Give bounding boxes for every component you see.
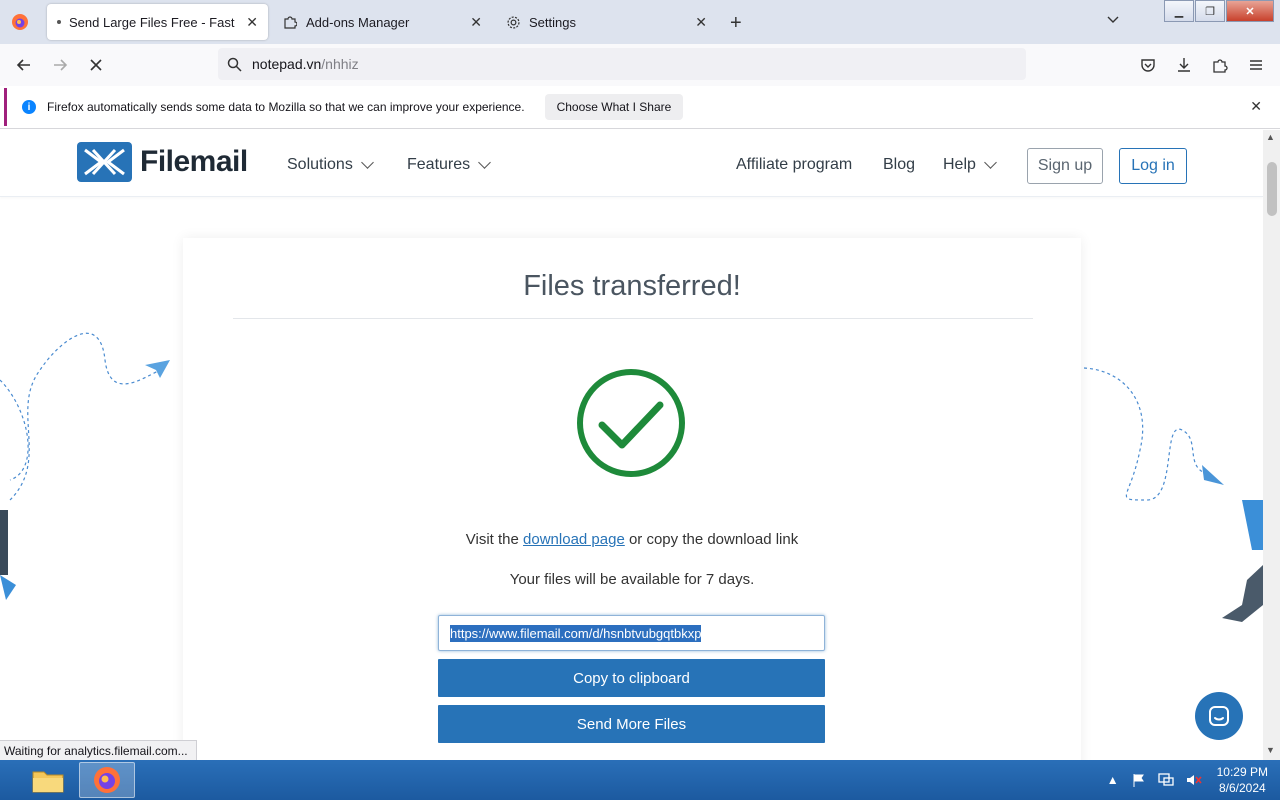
downloads-icon[interactable]: [1175, 56, 1193, 74]
close-icon[interactable]: ✕: [246, 14, 258, 31]
visit-prefix: Visit the: [465, 531, 524, 548]
system-tray: ▲ 10:29 PM 8/6/2024: [1107, 760, 1280, 800]
network-icon[interactable]: [1157, 772, 1175, 788]
menu-help[interactable]: Help: [943, 156, 997, 174]
log-in-button[interactable]: Log in: [1119, 148, 1187, 184]
availability-note: Your files will be available for 7 days.: [509, 571, 755, 588]
download-instructions: Visit the download page or copy the down…: [183, 531, 1081, 548]
volume-muted-icon[interactable]: [1185, 772, 1203, 788]
paper-plane-illustration: [1083, 367, 1263, 622]
success-checkmark-icon: [577, 369, 685, 477]
menu-features[interactable]: Features: [407, 156, 492, 174]
gear-icon: [505, 14, 521, 30]
url-text[interactable]: notepad.vn/nhhiz: [252, 56, 359, 72]
scroll-up-icon[interactable]: ▲: [1266, 132, 1275, 142]
download-link-field[interactable]: https://www.filemail.com/d/hsnbtvubgqtbk…: [438, 615, 825, 651]
choose-what-i-share-button[interactable]: Choose What I Share: [544, 94, 684, 120]
menu-label: Features: [407, 156, 471, 173]
logo-text: Filemail: [140, 145, 248, 178]
paper-plane-illustration: [0, 332, 170, 501]
tab-label: Settings: [529, 14, 576, 30]
transfer-complete-card: Files transferred! Visit the download pa…: [183, 238, 1081, 760]
menu-label: Blog: [883, 156, 916, 173]
tab-addons-manager[interactable]: Add-ons Manager ✕: [272, 4, 492, 40]
tab-strip: Send Large Files Free - Fast Secure ✕ Ad…: [0, 0, 1280, 44]
flag-icon[interactable]: [1131, 772, 1147, 788]
tab-settings[interactable]: Settings ✕: [495, 4, 717, 40]
windows-taskbar: ▲ 10:29 PM 8/6/2024: [0, 760, 1280, 800]
filemail-logo-icon: [77, 142, 132, 182]
chevron-down-icon: [478, 156, 492, 169]
chat-support-button[interactable]: [1195, 692, 1243, 740]
tab-loading-indicator: [57, 20, 61, 24]
firefox-icon: [94, 767, 120, 793]
navigation-toolbar: notepad.vn/nhhiz: [0, 44, 1280, 86]
url-host: notepad.vn: [252, 56, 322, 72]
minimize-button[interactable]: ▁: [1164, 0, 1194, 22]
menu-label: Help: [943, 156, 976, 173]
clock-date: 8/6/2024: [1218, 781, 1266, 795]
restore-button[interactable]: ❐: [1195, 0, 1225, 22]
window-controls: ▁ ❐ ✕: [1163, 0, 1274, 22]
close-icon[interactable]: ✕: [1250, 98, 1262, 115]
clock-time: 10:29 PM: [1216, 765, 1268, 779]
send-more-files-button[interactable]: Send More Files: [438, 705, 825, 743]
show-hidden-icons-icon[interactable]: ▲: [1107, 773, 1119, 787]
menu-label: Affiliate program: [736, 156, 853, 173]
tab-filemail[interactable]: Send Large Files Free - Fast Secure ✕: [47, 4, 268, 40]
extensions-icon[interactable]: [1211, 56, 1229, 74]
info-icon: i: [22, 100, 36, 114]
chevron-down-icon: [360, 156, 374, 169]
notification-text: Firefox automatically sends some data to…: [47, 100, 525, 114]
window-close-button[interactable]: ✕: [1226, 0, 1274, 22]
forward-arrow-icon[interactable]: [51, 56, 69, 74]
puzzle-icon: [282, 14, 298, 30]
sign-up-button[interactable]: Sign up: [1027, 148, 1103, 184]
url-path: /nhhiz: [321, 56, 359, 72]
chevron-down-icon: [984, 156, 997, 169]
close-icon[interactable]: ✕: [695, 14, 707, 31]
copy-to-clipboard-button[interactable]: Copy to clipboard: [438, 659, 825, 697]
search-icon: [227, 57, 242, 72]
scroll-thumb[interactable]: [1267, 162, 1277, 216]
chevron-down-icon[interactable]: [1106, 12, 1120, 26]
file-explorer-button[interactable]: [20, 762, 76, 798]
visit-suffix: or copy the download link: [624, 531, 799, 548]
filemail-logo[interactable]: Filemail: [77, 142, 248, 182]
menu-label: Solutions: [287, 156, 353, 173]
tab-label: Send Large Files Free - Fast Secure: [69, 14, 238, 30]
clock[interactable]: 10:29 PM 8/6/2024: [1217, 764, 1268, 796]
chat-icon: [1209, 706, 1229, 726]
site-header: Filemail Solutions Features Affiliate pr…: [0, 130, 1263, 197]
new-tab-button[interactable]: +: [730, 12, 742, 35]
data-collection-notification: i Firefox automatically sends some data …: [4, 88, 1274, 126]
menu-affiliate-program[interactable]: Affiliate program: [736, 156, 852, 174]
page-title: Files transferred!: [523, 270, 741, 302]
page-scrollbar[interactable]: ▲ ▼: [1263, 130, 1280, 760]
stop-loading-icon[interactable]: [87, 56, 105, 74]
download-page-link[interactable]: download page: [523, 531, 625, 548]
scroll-down-icon[interactable]: ▼: [1266, 745, 1275, 755]
pocket-icon[interactable]: [1139, 56, 1157, 74]
folder-icon: [32, 771, 64, 793]
menu-solutions[interactable]: Solutions: [287, 156, 374, 174]
hamburger-menu-icon[interactable]: [1247, 56, 1265, 74]
person-illustration: [0, 510, 16, 600]
close-icon[interactable]: ✕: [470, 14, 482, 31]
menu-blog[interactable]: Blog: [883, 156, 915, 174]
tab-label: Add-ons Manager: [306, 14, 410, 30]
divider: [233, 318, 1033, 319]
status-panel: Waiting for analytics.filemail.com...: [0, 740, 197, 762]
divider: [0, 128, 1280, 129]
firefox-icon[interactable]: [10, 12, 30, 32]
download-link-value: https://www.filemail.com/d/hsnbtvubgqtbk…: [450, 624, 702, 642]
firefox-taskbar-button[interactable]: [79, 762, 135, 798]
web-page: Filemail Solutions Features Affiliate pr…: [0, 130, 1263, 760]
address-bar[interactable]: notepad.vn/nhhiz: [218, 48, 1026, 80]
back-arrow-icon[interactable]: [15, 56, 33, 74]
